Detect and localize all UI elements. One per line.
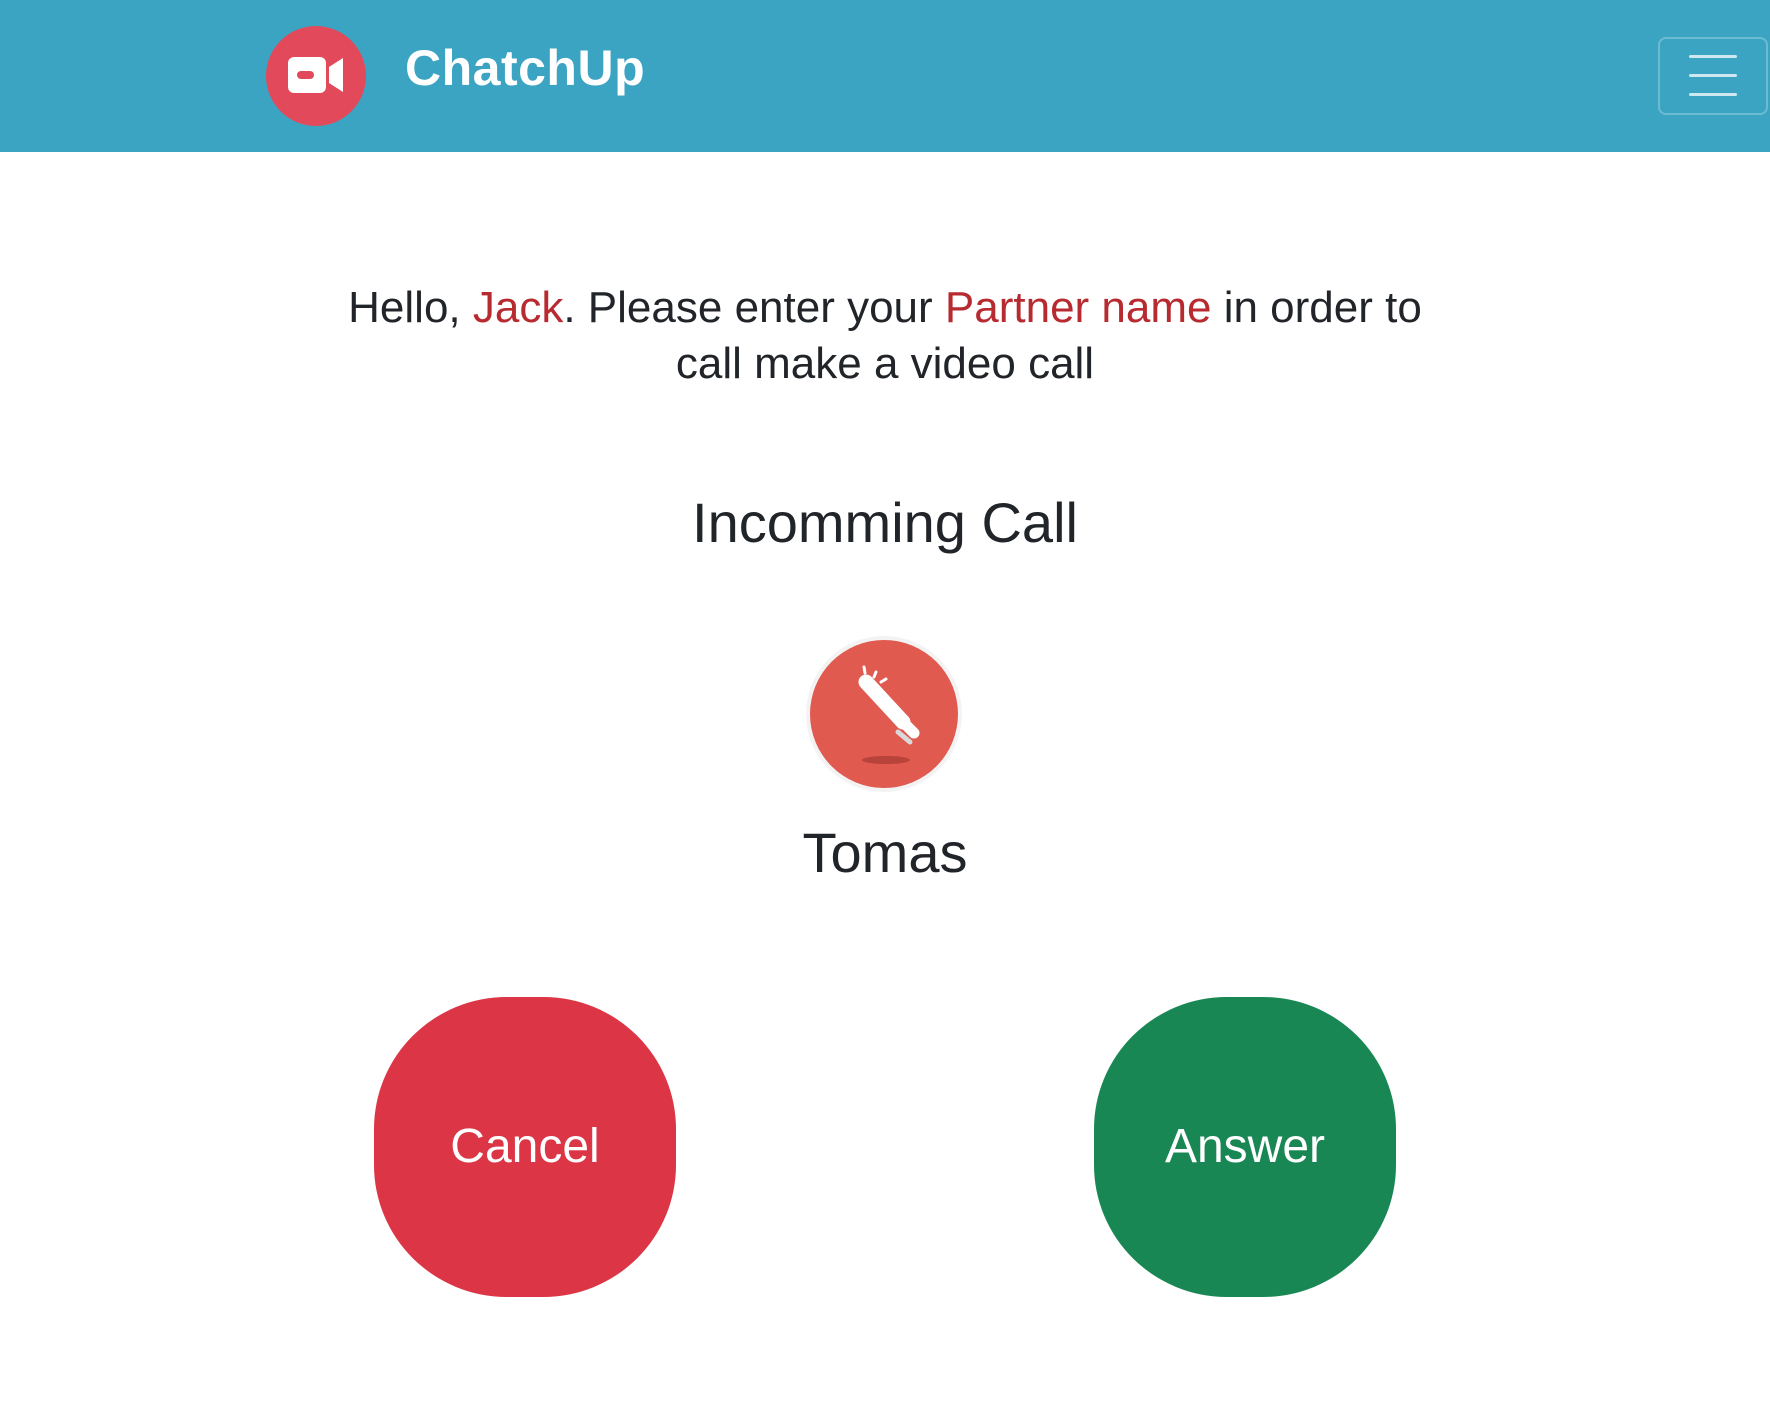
app-name[interactable]: ChatchUp — [405, 38, 645, 98]
cancel-button[interactable]: Cancel — [374, 997, 676, 1297]
greeting-middle: . Please enter your — [563, 283, 945, 332]
partner-name-label: Partner name — [944, 283, 1212, 332]
user-name: Jack — [472, 283, 564, 332]
ringing-phone-icon — [806, 636, 962, 792]
video-camera-icon[interactable] — [266, 26, 366, 126]
answer-button[interactable]: Answer — [1094, 997, 1396, 1297]
greeting-prefix: Hello, — [348, 283, 473, 332]
greeting-text: Hello, Jack. Please enter your Partner n… — [335, 280, 1435, 392]
navbar: ChatchUp — [0, 0, 1770, 152]
menu-toggle-button[interactable] — [1658, 37, 1768, 115]
hamburger-menu-icon — [1689, 55, 1737, 96]
caller-name: Tomas — [802, 821, 968, 884]
incoming-call-title: Incomming Call — [692, 491, 1078, 554]
